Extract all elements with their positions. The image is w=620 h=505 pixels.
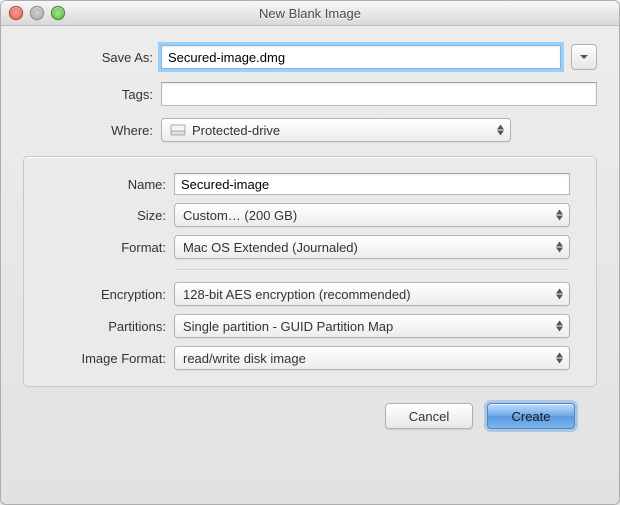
label-name: Name: [26, 177, 174, 192]
encryption-value: 128-bit AES encryption (recommended) [183, 287, 411, 302]
popup-arrows-icon [556, 353, 563, 364]
image-format-value: read/write disk image [183, 351, 306, 366]
window-controls [9, 6, 65, 20]
row-name: Name: [26, 173, 580, 195]
partitions-value: Single partition - GUID Partition Map [183, 319, 393, 334]
minimize-icon [30, 6, 44, 20]
create-button[interactable]: Create [487, 403, 575, 429]
close-icon[interactable] [9, 6, 23, 20]
expand-save-panel-button[interactable] [571, 44, 597, 70]
window-title: New Blank Image [259, 6, 361, 21]
label-save-as: Save As: [23, 50, 161, 65]
popup-arrows-icon [556, 289, 563, 300]
disk-icon [170, 122, 186, 138]
popup-arrows-icon [497, 125, 504, 136]
dialog-footer: Cancel Create [23, 387, 597, 429]
row-format: Format: Mac OS Extended (Journaled) [26, 235, 580, 259]
partitions-popup[interactable]: Single partition - GUID Partition Map [174, 314, 570, 338]
label-size: Size: [26, 208, 174, 223]
zoom-icon[interactable] [51, 6, 65, 20]
label-tags: Tags: [23, 87, 161, 102]
popup-arrows-icon [556, 210, 563, 221]
separator [176, 269, 568, 270]
options-panel: Name: Size: Custom… (200 GB) Format: Mac… [23, 156, 597, 387]
row-save-as: Save As: [23, 44, 597, 70]
where-value: Protected-drive [192, 123, 280, 138]
label-format: Format: [26, 240, 174, 255]
dialog-window: New Blank Image Save As: Tags: Where: Pr… [0, 0, 620, 505]
row-partitions: Partitions: Single partition - GUID Part… [26, 314, 580, 338]
popup-arrows-icon [556, 242, 563, 253]
dialog-body: Save As: Tags: Where: Protected-drive [1, 26, 619, 443]
where-popup[interactable]: Protected-drive [161, 118, 511, 142]
row-size: Size: Custom… (200 GB) [26, 203, 580, 227]
row-encryption: Encryption: 128-bit AES encryption (reco… [26, 282, 580, 306]
chevron-down-icon [579, 52, 589, 62]
size-value: Custom… (200 GB) [183, 208, 297, 223]
row-where: Where: Protected-drive [23, 118, 597, 142]
format-popup[interactable]: Mac OS Extended (Journaled) [174, 235, 570, 259]
popup-arrows-icon [556, 321, 563, 332]
label-where: Where: [23, 123, 161, 138]
cancel-button[interactable]: Cancel [385, 403, 473, 429]
titlebar: New Blank Image [1, 1, 619, 26]
format-value: Mac OS Extended (Journaled) [183, 240, 358, 255]
save-as-input[interactable] [161, 45, 561, 69]
label-partitions: Partitions: [26, 319, 174, 334]
row-tags: Tags: [23, 82, 597, 106]
tags-input[interactable] [161, 82, 597, 106]
name-input[interactable] [174, 173, 570, 195]
label-image-format: Image Format: [26, 351, 174, 366]
row-image-format: Image Format: read/write disk image [26, 346, 580, 370]
size-popup[interactable]: Custom… (200 GB) [174, 203, 570, 227]
encryption-popup[interactable]: 128-bit AES encryption (recommended) [174, 282, 570, 306]
label-encryption: Encryption: [26, 287, 174, 302]
image-format-popup[interactable]: read/write disk image [174, 346, 570, 370]
